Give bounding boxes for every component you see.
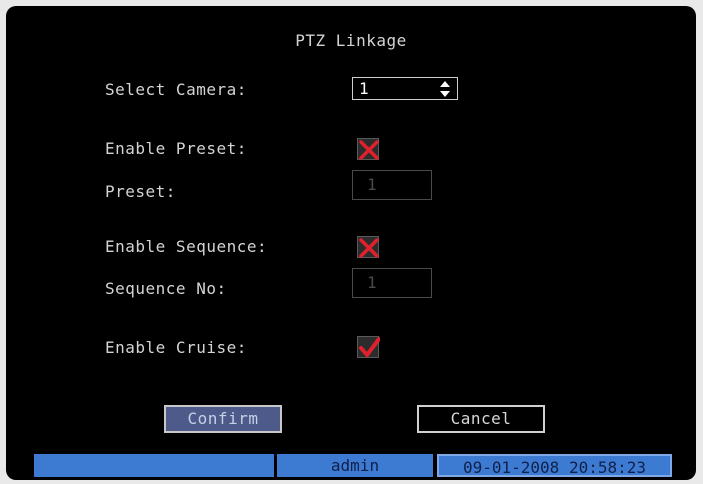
enable-cruise-checkbox[interactable] (357, 336, 380, 358)
enable-preset-label: Enable Preset: (105, 139, 247, 158)
preset-value: 1 (367, 175, 377, 194)
sequence-no-label: Sequence No: (105, 279, 227, 298)
sequence-no-value: 1 (367, 273, 377, 292)
status-user: admin (277, 454, 433, 477)
select-camera-value: 1 (359, 79, 369, 98)
dvr-screen: PTZ Linkage Select Camera: 1 Enable Pres… (6, 6, 696, 480)
enable-sequence-label: Enable Sequence: (105, 237, 268, 256)
select-camera-dropdown[interactable]: 1 (352, 77, 458, 100)
dialog-title: PTZ Linkage (295, 31, 407, 50)
cancel-button[interactable]: Cancel (417, 405, 545, 433)
red-x-icon (359, 238, 379, 258)
select-camera-label: Select Camera: (105, 80, 247, 99)
confirm-button[interactable]: Confirm (164, 405, 282, 433)
status-datetime: 09-01-2008 20:58:23 (437, 454, 672, 477)
status-bar-segment (34, 454, 274, 477)
status-bar: admin 09-01-2008 20:58:23 (34, 454, 672, 477)
up-down-arrows-icon (440, 81, 450, 97)
enable-preset-checkbox[interactable] (357, 138, 379, 160)
preset-label: Preset: (105, 182, 176, 201)
enable-sequence-checkbox[interactable] (357, 236, 379, 258)
red-checkmark-icon (359, 337, 380, 357)
sequence-no-input[interactable]: 1 (352, 268, 432, 298)
red-x-icon (359, 140, 379, 160)
enable-cruise-label: Enable Cruise: (105, 338, 247, 357)
preset-input[interactable]: 1 (352, 170, 432, 200)
